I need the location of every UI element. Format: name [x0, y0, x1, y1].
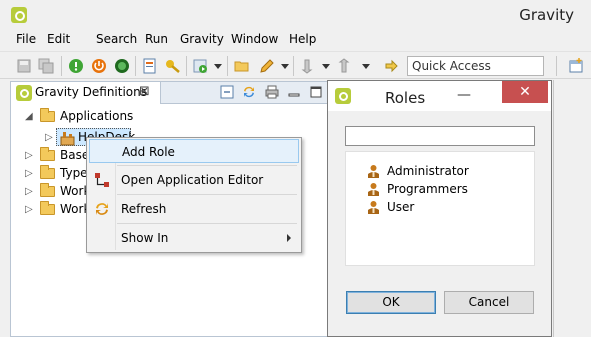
ok-button[interactable]: OK — [346, 291, 436, 314]
tree-collapsed-icon[interactable]: ▷ — [25, 204, 33, 215]
view-tabbar: Gravity Definitions ⊠ — [11, 82, 329, 104]
toolbar-separator — [135, 56, 136, 76]
quick-access-input[interactable]: Quick Access — [407, 56, 544, 76]
run-icon[interactable] — [193, 58, 209, 74]
tree-item-applications[interactable]: ◢ Applications — [11, 108, 311, 126]
folder-icon — [40, 165, 55, 179]
run-dropdown-icon[interactable] — [214, 64, 222, 69]
next-annotation-dropdown[interactable] — [322, 64, 330, 69]
tree-collapsed-icon[interactable]: ▷ — [25, 150, 33, 161]
menu-separator — [117, 194, 297, 195]
tree-label: Type — [60, 166, 88, 180]
tree-label: Base — [60, 148, 90, 162]
menu-item-refresh[interactable]: Refresh — [89, 197, 299, 221]
menu-edit[interactable]: Edit — [47, 32, 70, 46]
cancel-button[interactable]: Cancel — [444, 291, 534, 314]
role-list[interactable]: Administrator Programmers User — [345, 151, 535, 266]
key-icon[interactable] — [165, 58, 181, 74]
refresh-icon — [96, 203, 108, 215]
application-icon — [60, 132, 75, 146]
menu-separator — [117, 165, 297, 166]
minimize-icon[interactable]: — — [457, 87, 471, 103]
pencil-icon[interactable] — [259, 58, 275, 74]
submenu-arrow-icon — [287, 234, 291, 242]
menubar: File Edit Search Run Gravity Window Help — [0, 30, 591, 50]
menu-item-add-role[interactable]: Add Role — [89, 139, 299, 163]
toolbar-separator — [293, 56, 294, 76]
tab-gravity-definitions[interactable]: Gravity Definitions ⊠ — [11, 82, 161, 104]
tree-label: Applications — [60, 109, 134, 123]
toolbar-separator — [556, 56, 557, 76]
close-dialog-button[interactable]: ✕ — [502, 81, 548, 103]
perspective-icon[interactable] — [568, 58, 584, 74]
menu-file[interactable]: File — [16, 32, 36, 46]
menu-item-label: Show In — [121, 231, 169, 245]
tree-collapsed-icon[interactable]: ▷ — [45, 132, 53, 143]
new-file-icon[interactable] — [142, 58, 158, 74]
dialog-body: Administrator Programmers User OK Cancel — [328, 111, 551, 336]
close-view-icon[interactable]: ⊠ — [139, 84, 150, 99]
run-green-icon[interactable] — [114, 58, 130, 74]
stop-server-icon[interactable] — [91, 58, 107, 74]
role-label: Administrator — [387, 164, 469, 178]
minimize-view-icon[interactable] — [287, 85, 301, 99]
roles-dialog: Roles — ✕ Administrator Programmers User… — [327, 80, 552, 337]
editor-icon — [95, 173, 109, 187]
tree-collapsed-icon[interactable]: ▷ — [25, 186, 33, 197]
menu-item-label: Open Application Editor — [121, 173, 264, 187]
save-icon[interactable] — [16, 58, 32, 74]
role-label: Programmers — [387, 182, 468, 196]
tree-expanded-icon[interactable]: ◢ — [25, 111, 33, 122]
filter-input[interactable] — [345, 126, 535, 146]
menu-window[interactable]: Window — [231, 32, 278, 46]
maximize-view-icon[interactable] — [309, 85, 323, 99]
pencil-dropdown-icon[interactable] — [281, 64, 289, 69]
tab-label: Gravity Definitions — [35, 85, 148, 99]
context-menu: Add Role Open Application Editor Refresh… — [86, 137, 302, 253]
folder-icon — [40, 108, 55, 122]
gravity-icon — [16, 85, 32, 101]
folder-icon — [40, 183, 55, 197]
dialog-titlebar: Roles — ✕ — [328, 81, 551, 111]
previous-annotation-icon[interactable] — [338, 58, 354, 74]
folder-icon — [40, 201, 55, 215]
tree-collapsed-icon[interactable]: ▷ — [25, 168, 33, 179]
menu-search[interactable]: Search — [96, 32, 137, 46]
role-label: User — [387, 200, 415, 214]
window-titlebar: Gravity — [0, 0, 591, 30]
next-annotation-icon[interactable] — [301, 58, 317, 74]
toolbar-separator — [227, 56, 228, 76]
menu-item-label: Refresh — [121, 202, 167, 216]
menu-item-open-application-editor[interactable]: Open Application Editor — [89, 168, 299, 192]
collapse-all-icon[interactable] — [220, 85, 234, 99]
sync-icon[interactable] — [242, 85, 256, 99]
gravity-icon — [335, 88, 351, 104]
folder-icon — [40, 147, 55, 161]
menu-separator — [117, 223, 297, 224]
menu-run[interactable]: Run — [145, 32, 168, 46]
app-icon — [11, 7, 27, 23]
role-icon — [368, 183, 379, 196]
print-icon[interactable] — [265, 85, 279, 99]
open-folder-icon[interactable] — [234, 58, 250, 74]
toolbar-separator — [186, 56, 187, 76]
dialog-title: Roles — [385, 89, 426, 107]
role-icon — [368, 165, 379, 178]
pin-icon[interactable] — [383, 58, 399, 74]
menu-gravity[interactable]: Gravity — [180, 32, 224, 46]
right-editor-area — [553, 80, 591, 337]
main-toolbar: Quick Access — [0, 51, 591, 79]
start-server-icon[interactable] — [68, 58, 84, 74]
menu-item-label: Add Role — [122, 145, 175, 159]
previous-annotation-dropdown[interactable] — [362, 64, 370, 69]
window-title: Gravity — [519, 6, 574, 24]
save-all-icon[interactable] — [38, 58, 54, 74]
menu-item-show-in[interactable]: Show In — [89, 226, 299, 250]
toolbar-separator — [61, 56, 62, 76]
role-icon — [368, 201, 379, 214]
menu-help[interactable]: Help — [289, 32, 316, 46]
